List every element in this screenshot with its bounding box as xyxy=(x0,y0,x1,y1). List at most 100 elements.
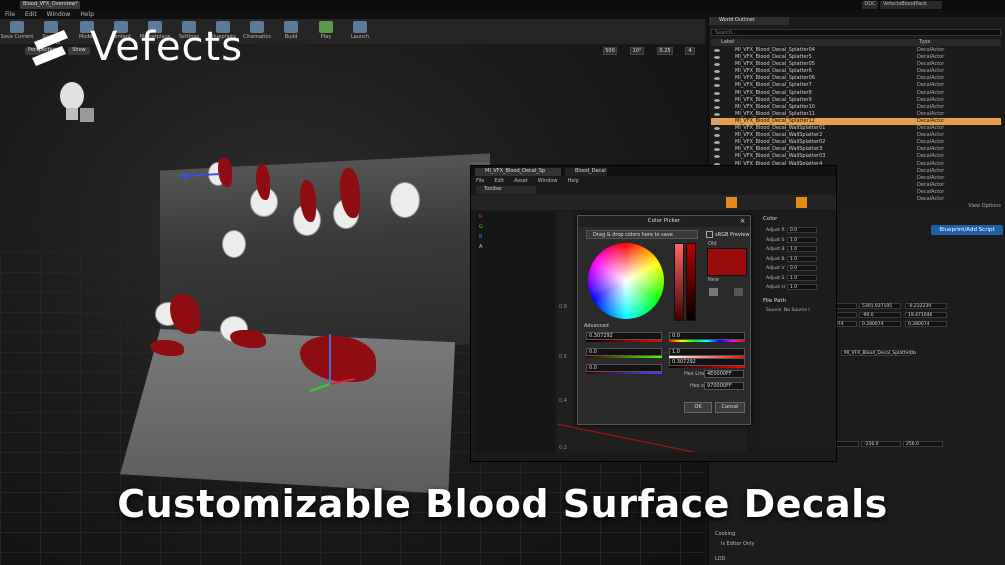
outliner-row[interactable]: MI_VFX_Blood_Decal_Splatter06 DecalActor xyxy=(711,75,1001,82)
outliner-search-input[interactable]: Search... xyxy=(711,29,1001,36)
decal-material-field[interactable]: MI_VFX_Blood_Decal_Splatter0b xyxy=(841,350,916,356)
decal-marker[interactable] xyxy=(390,182,420,218)
outliner-row[interactable]: MI_VFX_Blood_Decal_Splatter5 DecalActor xyxy=(711,54,1001,61)
toolbar-tab[interactable]: Toolbar xyxy=(476,186,536,194)
menu-edit[interactable]: Edit xyxy=(20,10,42,19)
outliner-tab[interactable]: World Outliner xyxy=(709,17,789,25)
lod-section[interactable]: LOD xyxy=(715,556,725,562)
srgb-preview-checkbox[interactable]: sRGB Preview xyxy=(706,231,749,238)
visibility-eye-icon[interactable] xyxy=(714,91,720,95)
adjust-value-field[interactable]: 1.0 xyxy=(787,246,817,252)
adjust-value-field[interactable]: 0.0 xyxy=(787,265,817,271)
level-tab[interactable]: Blood_VFX_Overview* xyxy=(20,1,80,9)
visibility-eye-icon[interactable] xyxy=(714,148,720,152)
menu-asset[interactable]: Asset xyxy=(509,178,533,184)
decal-size-z-field[interactable]: 256.0 xyxy=(903,441,943,447)
ddc-indicator[interactable]: DDC xyxy=(862,1,878,9)
menu-edit[interactable]: Edit xyxy=(489,178,509,184)
move-gizmo[interactable] xyxy=(300,329,360,399)
scale-snap-value[interactable]: 0.25 xyxy=(657,47,673,55)
visibility-eye-icon[interactable] xyxy=(714,127,720,131)
light-bulb-icon[interactable] xyxy=(55,80,100,130)
decal-marker[interactable] xyxy=(222,230,246,258)
close-icon[interactable]: × xyxy=(738,217,747,225)
ok-button[interactable]: OK xyxy=(684,402,712,413)
camera-speed-value[interactable]: 4 xyxy=(685,47,695,55)
menu-file[interactable]: File xyxy=(0,10,20,19)
visibility-eye-icon[interactable] xyxy=(714,105,720,109)
type-column-header[interactable]: Type xyxy=(919,39,930,45)
outliner-row[interactable]: MI_VFX_Blood_Decal_WallSplatter3 DecalAct… xyxy=(711,146,1001,153)
channel-r[interactable]: R xyxy=(479,214,482,220)
outliner-row[interactable]: MI_VFX_Blood_Decal_Splatter7 DecalActor xyxy=(711,82,1001,89)
color-section[interactable]: Color xyxy=(763,216,777,222)
visibility-eye-icon[interactable] xyxy=(714,134,720,138)
outliner-row[interactable]: MI_VFX_Blood_Decal_Splatter10 DecalActor xyxy=(711,104,1001,111)
rotation-y-field[interactable]: -90.0 xyxy=(859,312,901,318)
menu-help[interactable]: Help xyxy=(75,10,99,19)
visibility-eye-icon[interactable] xyxy=(714,63,720,67)
saturation-slider[interactable] xyxy=(674,243,684,321)
visibility-eye-icon[interactable] xyxy=(714,77,720,81)
visibility-eye-icon[interactable] xyxy=(714,56,720,60)
label-column-header[interactable]: Label xyxy=(721,39,735,45)
adjust-value-field[interactable]: 1.0 xyxy=(787,255,817,262)
launch-button[interactable]: Launch xyxy=(343,19,377,44)
location-y-field[interactable]: 5301.037105 xyxy=(859,303,901,309)
cancel-button[interactable]: Cancel xyxy=(715,402,745,413)
value-slider[interactable] xyxy=(686,243,696,321)
select-tool-icon[interactable] xyxy=(726,197,737,208)
hex-srgb-field[interactable]: 970000FF xyxy=(704,382,744,390)
blood-decal-tab[interactable]: Blood_Decal xyxy=(565,168,607,176)
color-wheel[interactable] xyxy=(588,243,664,319)
visibility-eye-icon[interactable] xyxy=(714,84,720,88)
rotation-snap-value[interactable]: 10° xyxy=(630,47,644,55)
channel-g[interactable]: G xyxy=(479,224,483,230)
b-field[interactable]: 0.0 xyxy=(586,364,662,372)
outliner-row[interactable]: MI_VFX_Blood_Decal_Splatter11 DecalActor xyxy=(711,111,1001,118)
adjust-value-field[interactable]: 0.0 xyxy=(787,227,817,233)
outliner-row[interactable]: MI_VFX_Blood_Decal_Splatter8 DecalActor xyxy=(711,90,1001,97)
outliner-row[interactable]: MI_VFX_Blood_Decal_Splatter12 DecalActor xyxy=(711,117,1001,126)
saved-colors-dropzone[interactable]: Drag & drop colors here to save xyxy=(586,230,698,239)
theme-icon[interactable] xyxy=(709,288,718,296)
menu-file[interactable]: File xyxy=(471,178,489,184)
visibility-eye-icon[interactable] xyxy=(714,112,720,116)
outliner-row[interactable]: MI_VFX_Blood_Decal_WallSplatter2 DecalAct… xyxy=(711,132,1001,139)
visibility-eye-icon[interactable] xyxy=(714,70,720,74)
adjust-value-field[interactable]: 1.0 xyxy=(787,284,817,290)
translate-gizmo[interactable] xyxy=(180,166,230,186)
outliner-row[interactable]: MI_VFX_Blood_Decal_Splatter04 DecalActor xyxy=(711,47,1001,54)
location-z-field[interactable]: -0.232239 xyxy=(905,303,947,309)
scale-z-field[interactable]: 0.280074 xyxy=(905,321,947,327)
channel-b[interactable]: B xyxy=(479,234,482,240)
outliner-row[interactable]: MI_VFX_Blood_Decal_WallSplatter01 DecalAc… xyxy=(711,125,1001,132)
cooking-section[interactable]: Cooking xyxy=(715,531,735,537)
outliner-row[interactable]: MI_VFX_Blood_Decal_Splatter05 DecalActor xyxy=(711,61,1001,68)
menu-help[interactable]: Help xyxy=(562,178,583,184)
file-path-section[interactable]: File Path xyxy=(763,298,786,304)
adjust-value-field[interactable]: 1.0 xyxy=(787,236,817,243)
outliner-row[interactable]: MI_VFX_Blood_Decal_Splatter6 DecalActor xyxy=(711,68,1001,75)
adjust-value-field[interactable]: 1.0 xyxy=(787,274,817,281)
hex-linear-field[interactable]: 4E0000FF xyxy=(704,370,744,378)
grid-snap-value[interactable]: 500 xyxy=(603,47,617,55)
channel-a[interactable]: A xyxy=(479,244,482,250)
advanced-toggle[interactable]: Advanced xyxy=(584,323,609,329)
v-field[interactable]: 0.307292 xyxy=(669,358,745,366)
visibility-eye-icon[interactable] xyxy=(714,119,720,123)
play-button[interactable]: Play xyxy=(309,19,343,44)
s-field[interactable]: 1.0 xyxy=(669,348,745,356)
g-field[interactable]: 0.0 xyxy=(586,348,662,356)
r-field[interactable]: 0.307292 xyxy=(586,332,662,340)
checkbox-icon[interactable] xyxy=(706,231,713,238)
material-instance-tab[interactable]: MI_VFX_Blood_Decal_Sp xyxy=(475,168,561,176)
blueprint-add-script-button[interactable]: Blueprint/Add Script xyxy=(931,225,1003,235)
visibility-eye-icon[interactable] xyxy=(714,49,720,52)
visibility-eye-icon[interactable] xyxy=(714,98,720,102)
menu-window[interactable]: Window xyxy=(533,178,563,184)
lock-icon[interactable] xyxy=(796,197,807,208)
visibility-eye-icon[interactable] xyxy=(714,155,720,159)
outliner-row[interactable]: MI_VFX_Blood_Decal_WallSplatter03 DecalAc… xyxy=(711,153,1001,160)
decal-size-y-field[interactable]: -256.0 xyxy=(861,441,901,447)
